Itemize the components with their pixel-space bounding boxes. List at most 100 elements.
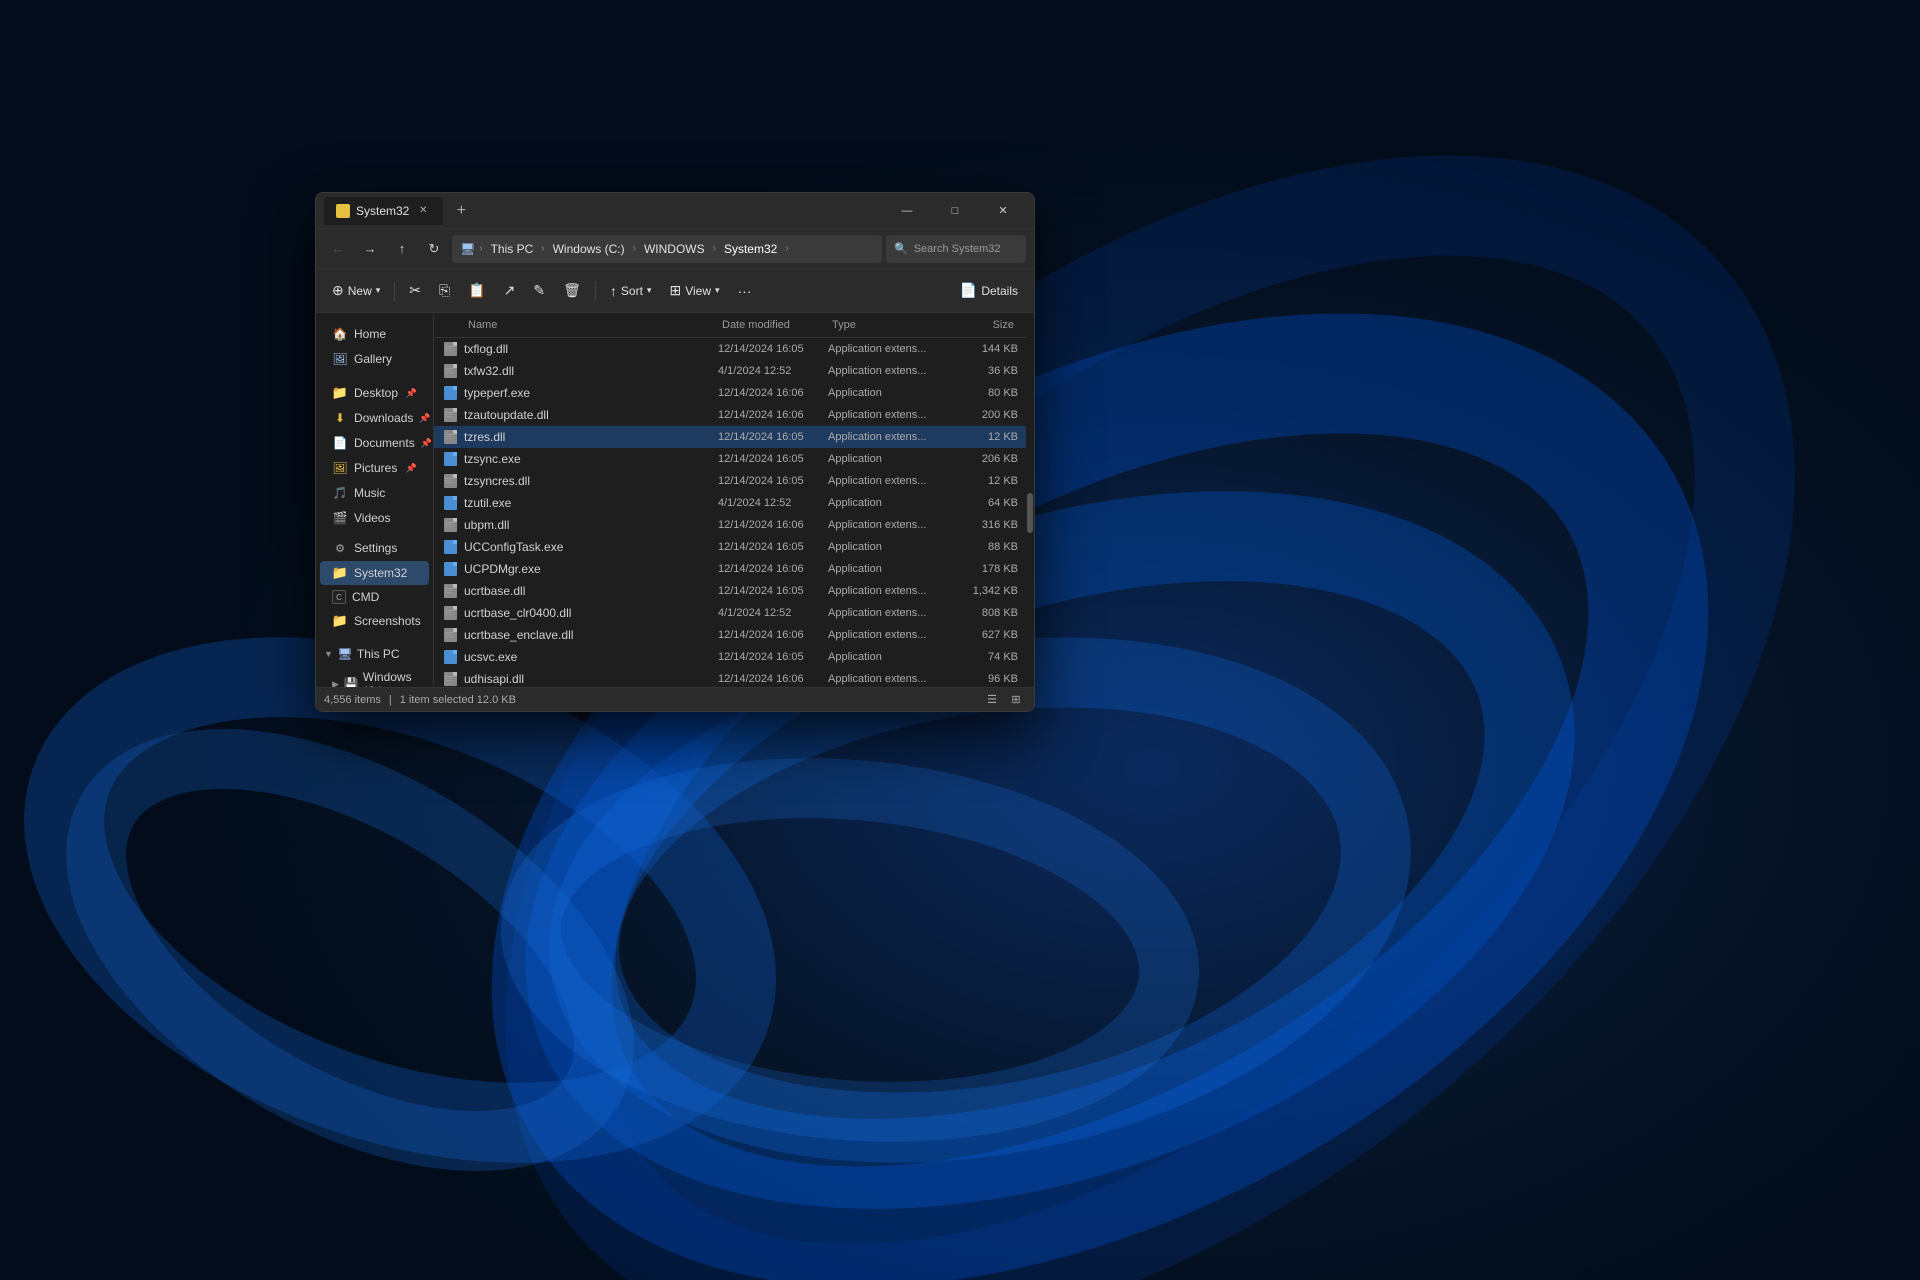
file-type: Application extens... — [828, 365, 958, 377]
table-row[interactable]: UCPDMgr.exe12/14/2024 16:06Application17… — [434, 558, 1026, 580]
file-name: ucrtbase_enclave.dll — [464, 628, 718, 642]
sidebar-item-downloads[interactable]: ⬇ Downloads 📌 — [320, 406, 429, 430]
rename-btn[interactable]: ✎ — [525, 275, 553, 307]
file-size: 206 KB — [958, 453, 1018, 465]
share-btn[interactable]: ↗ — [496, 275, 524, 307]
new-tab-btn[interactable]: + — [447, 197, 475, 225]
col-header-size[interactable]: Size — [958, 317, 1018, 333]
close-btn[interactable]: ✕ — [980, 197, 1026, 225]
more-options-btn[interactable]: ··· — [730, 275, 760, 307]
up-btn[interactable]: ↑ — [388, 235, 416, 263]
file-size: 808 KB — [958, 607, 1018, 619]
file-type: Application extens... — [828, 519, 958, 531]
file-name: tzsync.exe — [464, 452, 718, 466]
sidebar-item-settings[interactable]: ⚙ Settings — [320, 536, 429, 560]
copy-btn[interactable]: ⎘ — [431, 275, 458, 307]
table-row[interactable]: tzutil.exe4/1/2024 12:52Application64 KB — [434, 492, 1026, 514]
sidebar-item-cmd[interactable]: C CMD — [320, 586, 429, 608]
table-row[interactable]: tzsyncres.dll12/14/2024 16:05Application… — [434, 470, 1026, 492]
table-row[interactable]: txflog.dll12/14/2024 16:05Application ex… — [434, 338, 1026, 360]
more-icon: ··· — [738, 283, 752, 299]
sidebar-item-screenshots[interactable]: 📁 Screenshots — [320, 609, 429, 633]
file-date: 12/14/2024 16:06 — [718, 563, 828, 575]
windows-c-header[interactable]: ▶ 💾 Windows (C:) — [316, 666, 433, 687]
view-toggles: ☰ ⊞ — [982, 691, 1026, 709]
sidebar-item-documents[interactable]: 📄 Documents 📌 — [320, 431, 429, 455]
desktop-pin: 📌 — [406, 388, 417, 399]
this-pc-header[interactable]: ▼ 🖥 This PC — [316, 642, 433, 666]
sort-btn[interactable]: ↑ Sort ▾ — [602, 275, 660, 307]
col-header-name[interactable]: Name — [464, 317, 718, 333]
col-header-type[interactable]: Type — [828, 317, 958, 333]
table-row[interactable]: txfw32.dll4/1/2024 12:52Application exte… — [434, 360, 1026, 382]
breadcrumb[interactable]: 🖥 › This PC › Windows (C:) › WINDOWS › S… — [452, 235, 882, 263]
file-name: udhisapi.dll — [464, 672, 718, 686]
file-name: ubpm.dll — [464, 518, 718, 532]
refresh-btn[interactable]: ↻ — [420, 235, 448, 263]
cut-btn[interactable]: ✂ — [401, 275, 429, 307]
toolbar-sep-2 — [595, 281, 596, 301]
title-bar: System32 ✕ + — □ ✕ — [316, 193, 1034, 229]
col-header-date[interactable]: Date modified — [718, 317, 828, 333]
sidebar-item-desktop[interactable]: 📁 Desktop 📌 — [320, 381, 429, 405]
details-icon: 📄 — [960, 282, 977, 299]
details-label: Details — [981, 284, 1018, 298]
dll-icon — [442, 627, 458, 643]
search-box[interactable]: 🔍 Search System32 — [886, 235, 1026, 263]
file-date: 4/1/2024 12:52 — [718, 365, 828, 377]
cmd-icon: C — [332, 590, 346, 604]
table-row[interactable]: ubpm.dll12/14/2024 16:06Application exte… — [434, 514, 1026, 536]
sidebar-item-gallery[interactable]: 🖼 Gallery — [320, 347, 429, 371]
sidebar-item-music[interactable]: 🎵 Music — [320, 481, 429, 505]
sidebar-downloads-label: Downloads — [354, 411, 413, 425]
new-btn[interactable]: ⊕ New ▾ — [324, 275, 388, 307]
table-row[interactable]: tzsync.exe12/14/2024 16:05Application206… — [434, 448, 1026, 470]
dll-icon — [442, 517, 458, 533]
breadcrumb-this-pc[interactable]: This PC — [487, 240, 538, 258]
list-view-btn[interactable]: ☰ — [982, 691, 1002, 709]
forward-btn[interactable]: → — [356, 235, 384, 263]
tab-close-btn[interactable]: ✕ — [415, 203, 431, 219]
sort-label: Sort — [621, 284, 643, 298]
view-btn[interactable]: ⊞ View ▾ — [661, 275, 727, 307]
table-row[interactable]: ucrtbase_enclave.dll12/14/2024 16:06Appl… — [434, 624, 1026, 646]
delete-btn[interactable]: 🗑 — [555, 275, 589, 307]
table-row[interactable]: tzautoupdate.dll12/14/2024 16:06Applicat… — [434, 404, 1026, 426]
table-row[interactable]: UCConfigTask.exe12/14/2024 16:05Applicat… — [434, 536, 1026, 558]
sidebar-item-system32[interactable]: 📁 System32 — [320, 561, 429, 585]
scrollbar[interactable] — [1026, 313, 1034, 687]
home-icon: 🏠 — [332, 326, 348, 342]
breadcrumb-system32[interactable]: System32 — [720, 240, 781, 258]
documents-pin: 📌 — [421, 438, 432, 449]
table-row[interactable]: tzres.dll12/14/2024 16:05Application ext… — [434, 426, 1026, 448]
maximize-btn[interactable]: □ — [932, 197, 978, 225]
details-btn[interactable]: 📄 Details — [952, 275, 1026, 307]
grid-view-btn[interactable]: ⊞ — [1006, 691, 1026, 709]
table-row[interactable]: ucsvc.exe12/14/2024 16:05Application74 K… — [434, 646, 1026, 668]
sidebar-item-home[interactable]: 🏠 Home — [320, 322, 429, 346]
dll-icon — [442, 429, 458, 445]
downloads-pin: 📌 — [419, 413, 430, 424]
breadcrumb-windows[interactable]: WINDOWS — [640, 240, 709, 258]
scrollbar-thumb[interactable] — [1027, 493, 1033, 533]
item-count: 4,556 items — [324, 694, 381, 706]
file-type: Application extens... — [828, 607, 958, 619]
sidebar-item-videos[interactable]: 🎬 Videos — [320, 506, 429, 530]
file-date: 4/1/2024 12:52 — [718, 497, 828, 509]
file-name: tzres.dll — [464, 430, 718, 444]
file-date: 12/14/2024 16:05 — [718, 431, 828, 443]
breadcrumb-windows-c[interactable]: Windows (C:) — [549, 240, 629, 258]
paste-btn[interactable]: 📋 — [460, 275, 493, 307]
table-row[interactable]: typeperf.exe12/14/2024 16:06Application8… — [434, 382, 1026, 404]
file-type: Application — [828, 651, 958, 663]
minimize-btn[interactable]: — — [884, 197, 930, 225]
sidebar-item-pictures[interactable]: 🖼 Pictures 📌 — [320, 456, 429, 480]
file-size: 12 KB — [958, 431, 1018, 443]
table-row[interactable]: udhisapi.dll12/14/2024 16:06Application … — [434, 668, 1026, 687]
search-placeholder: Search System32 — [914, 243, 1001, 255]
table-row[interactable]: ucrtbase_clr0400.dll4/1/2024 12:52Applic… — [434, 602, 1026, 624]
table-row[interactable]: ucrtbase.dll12/14/2024 16:05Application … — [434, 580, 1026, 602]
back-btn[interactable]: ← — [324, 235, 352, 263]
active-tab[interactable]: System32 ✕ — [324, 197, 443, 225]
file-date: 12/14/2024 16:05 — [718, 541, 828, 553]
